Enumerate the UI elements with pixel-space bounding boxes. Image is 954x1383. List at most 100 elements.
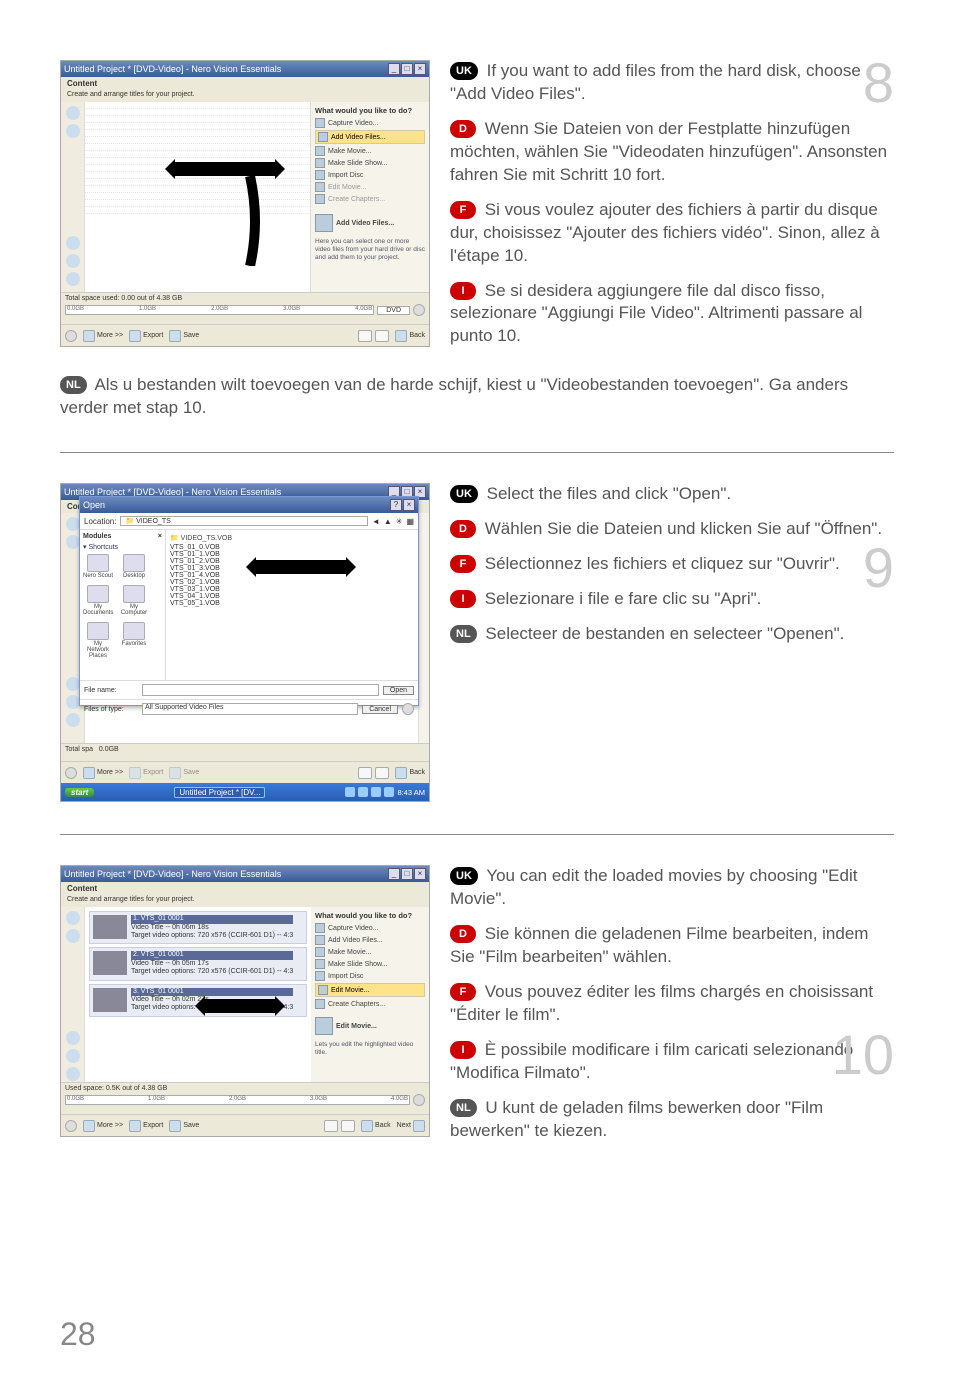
action-add-video-files-big[interactable]: Add Video Files... [315, 214, 425, 232]
back-button[interactable]: Back [395, 330, 425, 342]
nav-new-icon[interactable]: ✳ [396, 517, 403, 526]
list-item[interactable]: VTS_03_1.VOB [170, 586, 414, 593]
place-network[interactable]: My Network Places [83, 622, 113, 659]
help-button[interactable] [413, 1094, 425, 1106]
action-make-slideshow[interactable]: Make Slide Show... [315, 959, 425, 969]
disc-icon [315, 971, 325, 981]
tray-icon[interactable] [345, 787, 355, 797]
next-button[interactable]: Next [397, 1120, 425, 1132]
pencil-icon [318, 985, 328, 995]
tray-icon[interactable] [384, 787, 394, 797]
redo-button[interactable] [375, 330, 389, 342]
help-button[interactable] [65, 330, 77, 342]
tool-icon[interactable] [66, 695, 80, 709]
tool-icon[interactable] [66, 677, 80, 691]
minimize-icon[interactable]: _ [388, 63, 400, 75]
tray-icon[interactable] [358, 787, 368, 797]
filename-input[interactable] [142, 684, 379, 696]
filetype-select[interactable]: All Supported Video Files [142, 703, 358, 715]
tool-icon[interactable] [66, 1031, 80, 1045]
back-button[interactable]: Back [361, 1120, 391, 1132]
more-button[interactable]: More >> [83, 1120, 123, 1132]
action-add-video-files[interactable]: Add Video Files... [315, 935, 425, 945]
step-number-10: 10 [832, 1022, 894, 1087]
action-add-video-files[interactable]: Add Video Files... [315, 130, 425, 144]
video-item[interactable]: 1. VTS_01 0001Video Title -- 0h 06m 18sT… [89, 911, 307, 944]
place-my-computer[interactable]: My Computer [119, 585, 149, 616]
file-list[interactable]: 📁 VIDEO_TS.VOB VTS_01_0.VOB VTS_01_1.VOB… [166, 530, 418, 680]
redo-button[interactable] [341, 1120, 355, 1132]
tool-icon[interactable] [66, 929, 80, 943]
close-icon[interactable]: × [414, 868, 426, 880]
action-edit-movie-big[interactable]: Edit Movie... [315, 1017, 425, 1035]
help-button[interactable] [65, 1120, 77, 1132]
close-icon[interactable]: × [403, 499, 415, 511]
export-button[interactable]: Export [129, 330, 163, 342]
video-item[interactable]: 2. VTS_01 0001Video Title -- 0h 05m 17sT… [89, 947, 307, 980]
tool-icon[interactable] [66, 713, 80, 727]
tool-icon[interactable] [66, 106, 80, 120]
maximize-icon[interactable]: □ [401, 63, 413, 75]
media-type-select[interactable]: DVD [377, 306, 410, 315]
place-nero-scout[interactable]: Nero Scout [83, 554, 113, 579]
export-button[interactable]: Export [129, 1120, 163, 1132]
start-button[interactable]: start [65, 788, 94, 797]
list-item[interactable]: VTS_04_1.VOB [170, 593, 414, 600]
back-button[interactable]: Back [395, 767, 425, 779]
content-tab[interactable]: Content [61, 882, 429, 895]
lang-badge-d: D [450, 120, 476, 138]
action-import-disc[interactable]: Import Disc [315, 170, 425, 180]
location-dropdown[interactable]: 📁 VIDEO_TS [120, 516, 367, 526]
action-make-movie[interactable]: Make Movie... [315, 947, 425, 957]
tool-icon[interactable] [66, 254, 80, 268]
redo-button[interactable] [375, 767, 389, 779]
tool-icon[interactable] [66, 124, 80, 138]
nav-up-icon[interactable]: ▲ [384, 517, 392, 526]
list-item[interactable]: VTS_02_1.VOB [170, 579, 414, 586]
nav-back-icon[interactable]: ◄ [372, 517, 380, 526]
lang-badge-i: I [450, 590, 476, 608]
minimize-icon[interactable]: _ [388, 868, 400, 880]
action-capture-video[interactable]: Capture Video... [315, 923, 425, 933]
undo-button[interactable] [324, 1120, 338, 1132]
tool-icon[interactable] [66, 517, 80, 531]
place-my-documents[interactable]: My Documents [83, 585, 113, 616]
tool-icon[interactable] [66, 535, 80, 549]
maximize-icon[interactable]: □ [401, 868, 413, 880]
tray-icon[interactable] [371, 787, 381, 797]
undo-button[interactable] [358, 330, 372, 342]
shortcuts-header[interactable]: ▾ Shortcuts [83, 543, 162, 551]
open-button[interactable]: Open [383, 686, 414, 695]
action-edit-movie[interactable]: Edit Movie... [315, 983, 425, 997]
tool-icon[interactable] [66, 1049, 80, 1063]
action-make-slideshow[interactable]: Make Slide Show... [315, 158, 425, 168]
help-button[interactable] [65, 767, 77, 779]
list-item[interactable]: VTS_05_1.VOB [170, 600, 414, 607]
place-favorites[interactable]: Favorites [119, 622, 149, 659]
place-desktop[interactable]: Desktop [119, 554, 149, 579]
tool-icon[interactable] [66, 911, 80, 925]
nav-view-icon[interactable]: ▦ [406, 517, 414, 526]
action-import-disc[interactable]: Import Disc [315, 971, 425, 981]
action-make-movie[interactable]: Make Movie... [315, 146, 425, 156]
help-icon[interactable]: ? [390, 499, 402, 511]
cancel-button[interactable]: Cancel [362, 705, 398, 714]
more-button[interactable]: More >> [83, 767, 123, 779]
undo-button[interactable] [358, 767, 372, 779]
more-button[interactable]: More >> [83, 330, 123, 342]
list-item[interactable]: VTS_01_1.VOB [170, 551, 414, 558]
taskbar-item[interactable]: Untitled Project * [DV... [174, 787, 265, 798]
save-button[interactable]: Save [169, 330, 199, 342]
action-capture-video[interactable]: Capture Video... [315, 118, 425, 128]
save-button[interactable]: Save [169, 1120, 199, 1132]
tool-icon[interactable] [66, 272, 80, 286]
help-button[interactable] [402, 703, 414, 715]
close-icon[interactable]: × [414, 63, 426, 75]
list-item[interactable]: VTS_01_0.VOB [170, 544, 414, 551]
content-tab[interactable]: Content [61, 77, 429, 90]
tool-icon[interactable] [66, 1067, 80, 1081]
separator [60, 834, 894, 835]
help-button[interactable] [413, 304, 425, 316]
tool-icon[interactable] [66, 236, 80, 250]
action-create-chapters[interactable]: Create Chapters... [315, 999, 425, 1009]
